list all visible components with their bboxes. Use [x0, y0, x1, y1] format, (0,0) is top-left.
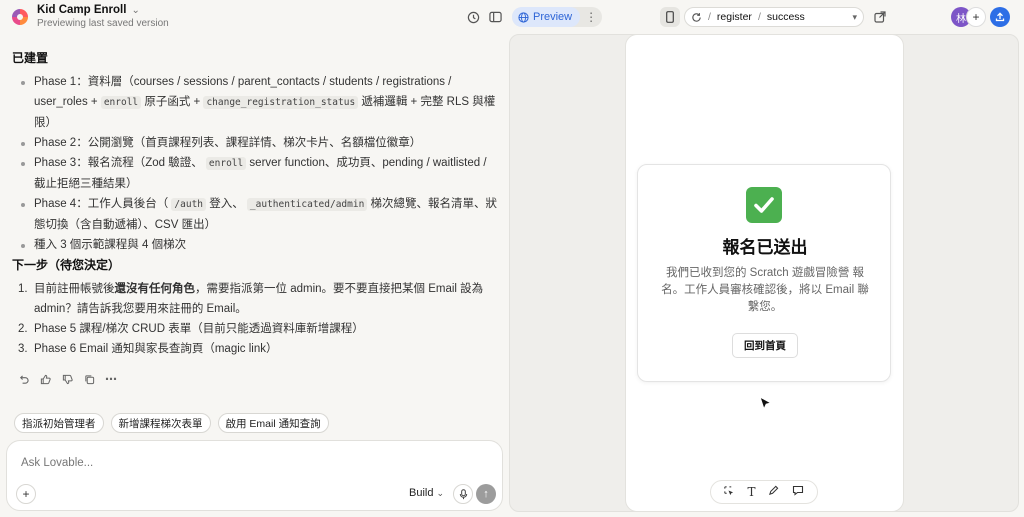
next-steps-heading: 下一步（待您決定） — [12, 258, 121, 272]
copy-icon[interactable] — [82, 372, 96, 386]
edit-toolbar: T — [710, 480, 818, 504]
more-options-icon[interactable]: ⋮ — [580, 10, 602, 24]
project-name-dropdown[interactable]: Kid Camp Enroll ⌄ — [37, 4, 140, 16]
route-selector[interactable]: / register / success ▾ — [684, 7, 864, 27]
preview-label: Preview — [533, 11, 573, 23]
undo-icon[interactable] — [16, 372, 30, 386]
success-title: 報名已送出 — [722, 238, 808, 257]
upload-icon — [995, 12, 1005, 22]
chevron-down-icon: ▾ — [852, 11, 857, 22]
built-heading: 已建置 — [12, 51, 49, 65]
route-segment: register — [716, 11, 752, 23]
chat-message: 已建置 Phase 1：資料層（courses / sessions / par… — [12, 48, 500, 359]
select-element-icon[interactable] — [723, 485, 734, 499]
publish-button[interactable] — [990, 7, 1010, 27]
top-bar: Kid Camp Enroll ⌄ Previewing last saved v… — [0, 0, 1024, 34]
suggestion-chips: 指派初始管理者 新增課程梯次表單 啟用 Email 通知查詢 — [14, 413, 329, 433]
message-actions: ⋯ — [16, 372, 118, 386]
open-external-icon[interactable] — [873, 10, 887, 24]
preview-button[interactable]: Preview — [512, 7, 581, 27]
list-item: Phase 3：報名流程（Zod 驗證、 enroll server funct… — [12, 153, 500, 194]
history-icon[interactable] — [466, 10, 480, 24]
list-item: Phase 4：工作人員後台（ /auth 登入、 _authenticated… — [12, 194, 500, 235]
suggestion-chip[interactable]: 新增課程梯次表單 — [110, 413, 211, 433]
invite-button[interactable]: + — [966, 7, 986, 27]
check-mark-icon — [746, 187, 782, 223]
microphone-button[interactable] — [453, 484, 473, 504]
mouse-cursor-icon — [759, 395, 773, 415]
chat-input[interactable]: Ask Lovable... — [21, 457, 93, 469]
attach-button[interactable]: + — [16, 484, 36, 504]
list-item: Phase 1：資料層（courses / sessions / parent_… — [12, 72, 500, 133]
list-item: 2. Phase 5 課程/梯次 CRUD 表單（目前只能透過資料庫新增課程） — [18, 323, 364, 335]
send-button[interactable]: ↑ — [476, 484, 496, 504]
device-toggle-button[interactable] — [660, 7, 680, 27]
success-message: 我們已收到您的 Scratch 遊戲冒險營 報名。工作人員審核確認後，將以 Em… — [661, 267, 869, 313]
suggestion-chip[interactable]: 指派初始管理者 — [14, 413, 104, 433]
comment-icon[interactable] — [792, 485, 804, 499]
next-steps-list: 1. 目前註冊帳號後還沒有任何角色，需要指派第一位 admin。要不要直接把某個 … — [12, 279, 500, 359]
list-item: 3. Phase 6 Email 通知與家長查詢頁（magic link） — [18, 343, 278, 355]
list-item: 1. 目前註冊帳號後還沒有任何角色，需要指派第一位 admin。要不要直接把某個 … — [18, 283, 484, 315]
thumbs-up-icon[interactable] — [38, 372, 52, 386]
chevron-down-icon: ⌄ — [436, 488, 445, 498]
text-icon[interactable]: T — [747, 485, 755, 499]
suggestion-chip[interactable]: 啟用 Email 通知查詢 — [217, 413, 329, 433]
list-item: 種入 3 個示範課程與 4 個梯次 — [12, 235, 500, 255]
back-home-button[interactable]: 回到首頁 — [732, 333, 798, 358]
chevron-down-icon: ⌄ — [131, 5, 140, 16]
more-horizontal-icon[interactable]: ⋯ — [104, 372, 118, 386]
thumbs-down-icon[interactable] — [60, 372, 74, 386]
list-item: Phase 2：公開瀏覽（首頁課程列表、課程詳情、梯次卡片、名額檔位徽章） — [12, 133, 500, 153]
sidebar-toggle-icon[interactable] — [488, 10, 502, 24]
route-segment: success — [766, 11, 805, 23]
success-card: 報名已送出 我們已收到您的 Scratch 遊戲冒險營 報名。工作人員審核確認後… — [637, 164, 891, 382]
phone-icon — [666, 11, 674, 23]
microphone-icon — [459, 488, 467, 499]
refresh-icon[interactable] — [691, 12, 702, 23]
built-list: Phase 1：資料層（courses / sessions / parent_… — [12, 72, 500, 255]
chat-composer: Ask Lovable... + Build ⌄ ↑ — [6, 440, 503, 511]
lovable-logo[interactable] — [12, 9, 28, 25]
globe-icon — [518, 11, 529, 23]
mode-dropdown[interactable]: Build ⌄ — [409, 487, 444, 499]
view-switcher: Preview ⋮ — [512, 7, 603, 27]
project-subtitle: Previewing last saved version — [37, 18, 169, 29]
pencil-icon[interactable] — [768, 485, 779, 499]
